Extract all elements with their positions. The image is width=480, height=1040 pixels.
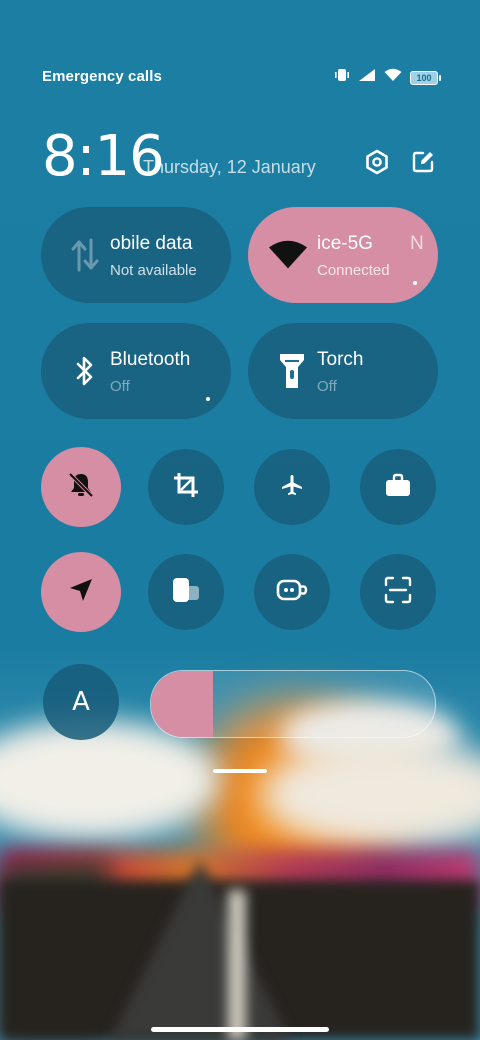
work-profile-toggle[interactable] — [360, 449, 436, 525]
emergency-calls-text: Emergency calls o — [42, 68, 166, 85]
mobile-data-icon — [65, 235, 105, 275]
dual-apps-toggle[interactable] — [148, 554, 224, 630]
bluetooth-tile[interactable]: Bluetooth Off — [41, 323, 231, 419]
scan-icon — [384, 576, 412, 609]
status-icons: 100 — [334, 68, 441, 87]
battery-icon: 100 — [410, 70, 441, 85]
briefcase-icon — [385, 473, 411, 502]
brightness-slider[interactable] — [150, 670, 436, 738]
bluetooth-more-dot — [206, 397, 210, 401]
flashlight-icon — [272, 351, 312, 391]
location-arrow-icon — [67, 576, 95, 609]
brightness-level-fill — [151, 671, 214, 737]
mobile-data-tile[interactable]: obile data Not available — [41, 207, 231, 303]
wifi-icon — [268, 235, 308, 275]
auto-brightness-toggle[interactable]: A — [43, 664, 119, 740]
wifi-title: ice-5G — [317, 233, 373, 254]
wifi-status: Connected — [317, 262, 390, 279]
airplane-mode-toggle[interactable] — [254, 449, 330, 525]
torch-title: Torch — [317, 349, 364, 370]
dual-screen-icon — [171, 576, 201, 609]
wifi-tile[interactable]: ice-5G N Connected — [248, 207, 438, 303]
camera-icon — [276, 577, 308, 608]
signal-icon — [358, 68, 376, 87]
torch-status: Off — [317, 378, 337, 395]
wifi-more-dot — [413, 281, 417, 285]
bluetooth-icon — [65, 351, 105, 391]
date: Thursday, 12 January — [143, 157, 316, 177]
panel-drag-handle[interactable] — [213, 769, 267, 773]
screenshot-toggle[interactable] — [148, 449, 224, 525]
wifi-status-icon — [384, 68, 402, 87]
bell-off-icon — [67, 471, 95, 504]
wifi-title-overflow: N — [410, 233, 424, 254]
mobile-data-title: obile data — [110, 233, 193, 254]
vibrate-icon — [334, 68, 350, 87]
crop-icon — [172, 471, 200, 504]
scanner-toggle[interactable] — [360, 554, 436, 630]
settings-button[interactable] — [363, 149, 391, 180]
gesture-navigation-bar[interactable] — [151, 1027, 329, 1032]
bluetooth-status: Off — [110, 378, 130, 395]
mobile-data-status: Not available — [110, 262, 197, 279]
airplane-icon — [280, 473, 304, 502]
auto-brightness-icon: A — [72, 687, 90, 717]
bluetooth-title: Bluetooth — [110, 349, 191, 370]
video-toolbox-toggle[interactable] — [254, 554, 330, 630]
edit-icon — [411, 150, 435, 179]
settings-hexagon-icon — [364, 149, 390, 180]
torch-tile[interactable]: Torch Off — [248, 323, 438, 419]
silent-mode-toggle[interactable] — [41, 447, 121, 527]
location-toggle[interactable] — [41, 552, 121, 632]
status-bar: Emergency calls o 100 — [42, 66, 441, 87]
edit-button[interactable] — [409, 150, 437, 178]
